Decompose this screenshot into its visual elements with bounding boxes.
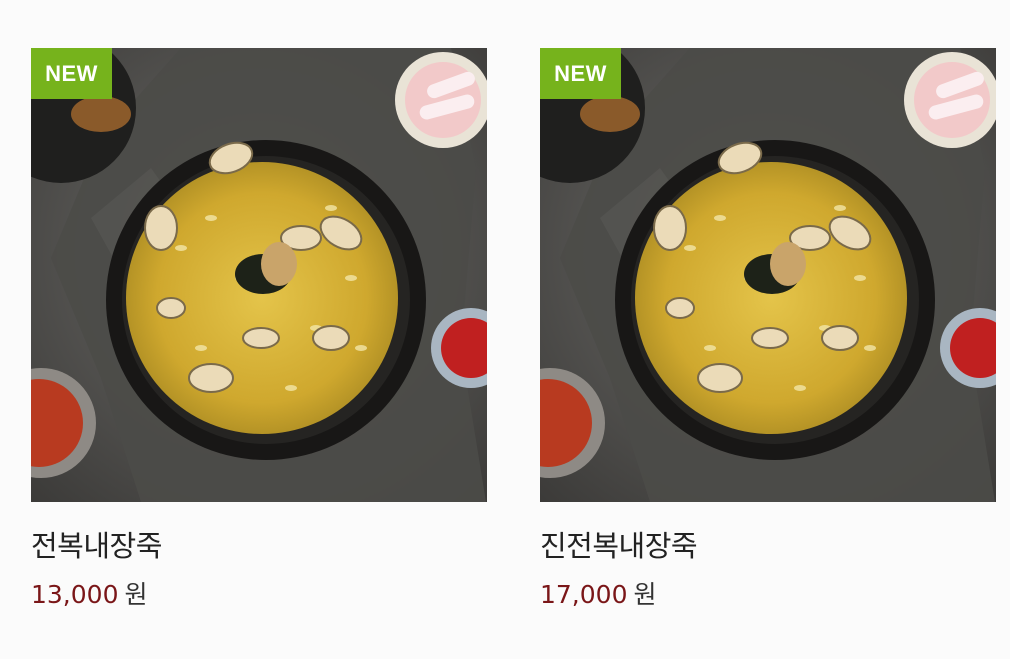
price-amount: 13,000 [31, 580, 119, 609]
product-grid: NEW 전복내장죽 13,000 원 NEW 진전복내장죽 17,000 원 [0, 0, 1010, 659]
new-badge: NEW [540, 48, 621, 99]
product-name[interactable]: 전복내장죽 [31, 526, 487, 566]
product-image-link[interactable]: NEW [31, 48, 487, 502]
new-badge: NEW [31, 48, 112, 99]
product-image-link[interactable]: NEW [540, 48, 996, 502]
product-image [540, 48, 996, 502]
price-amount: 17,000 [540, 580, 628, 609]
product-card[interactable]: NEW 진전복내장죽 17,000 원 [540, 48, 996, 612]
product-image [31, 48, 487, 502]
price-currency: 원 [633, 580, 657, 609]
product-price: 13,000 원 [31, 578, 487, 612]
product-name[interactable]: 진전복내장죽 [540, 526, 996, 566]
product-card[interactable]: NEW 전복내장죽 13,000 원 [31, 48, 487, 612]
price-currency: 원 [124, 580, 148, 609]
product-price: 17,000 원 [540, 578, 996, 612]
